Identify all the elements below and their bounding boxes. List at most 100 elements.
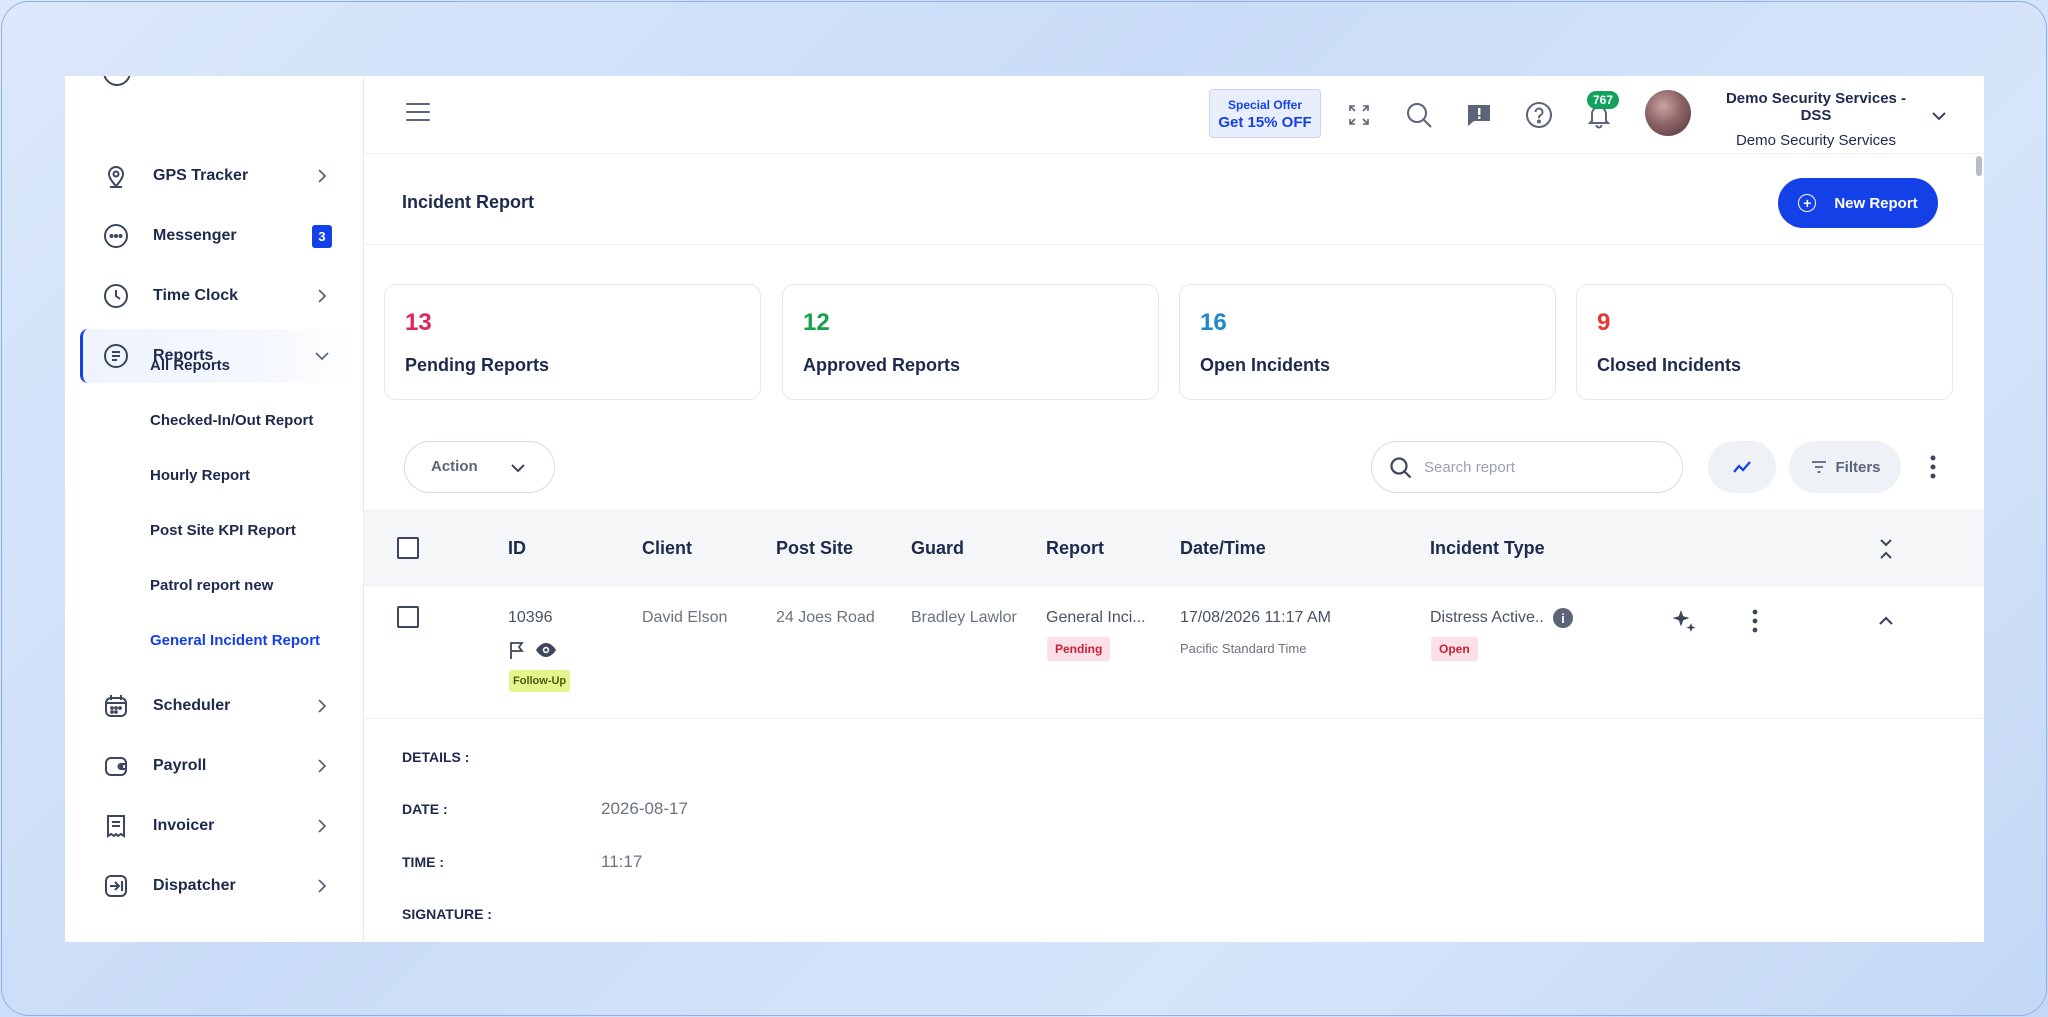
sidebar-item-gps-tracker[interactable]: GPS Tracker bbox=[80, 149, 350, 203]
chevron-up-icon[interactable] bbox=[1876, 612, 1896, 628]
user-avatar[interactable] bbox=[1645, 90, 1691, 136]
sidebar-subitem-hourly-report[interactable]: Hourly Report bbox=[150, 467, 250, 484]
column-header-datetime[interactable]: Date/Time bbox=[1180, 538, 1266, 559]
sidebar-item-label: Messenger bbox=[153, 227, 237, 244]
stat-card-closed-incidents[interactable]: 9 Closed Incidents bbox=[1576, 284, 1953, 400]
sidebar-item-invoicer[interactable]: Invoicer bbox=[80, 799, 350, 853]
more-vertical-icon[interactable] bbox=[1927, 452, 1939, 482]
clock-icon bbox=[102, 282, 130, 310]
trend-line-icon bbox=[1733, 461, 1751, 473]
search-icon[interactable] bbox=[1404, 100, 1434, 130]
sidebar-subitem-checked-in-out[interactable]: Checked-In/Out Report bbox=[150, 412, 313, 429]
search-input[interactable] bbox=[1424, 454, 1664, 480]
action-dropdown[interactable]: Action bbox=[404, 441, 555, 493]
company-subname: Demo Security Services bbox=[1735, 132, 1897, 149]
new-report-button[interactable]: + New Report bbox=[1778, 178, 1938, 228]
messenger-count-badge: 3 bbox=[312, 225, 332, 248]
sidebar: GPS Tracker Messenger 3 Time Clock Repor… bbox=[65, 76, 364, 942]
sidebar-subitem-post-site-kpi[interactable]: Post Site KPI Report bbox=[150, 522, 296, 539]
date-value: 2026-08-17 bbox=[601, 799, 688, 818]
account-info[interactable]: Demo Security Services - DSS Demo Securi… bbox=[1711, 90, 1921, 149]
select-all-checkbox[interactable] bbox=[397, 537, 419, 559]
sidebar-item-scheduler[interactable]: Scheduler bbox=[80, 679, 350, 733]
time-label: TIME : bbox=[402, 854, 444, 870]
search-icon bbox=[1390, 457, 1412, 479]
time-value: 11:17 bbox=[601, 852, 643, 871]
stat-value: 12 bbox=[803, 309, 830, 336]
collapse-all-icon[interactable] bbox=[1874, 536, 1898, 562]
sidebar-item-messenger[interactable]: Messenger 3 bbox=[80, 209, 350, 263]
column-header-incident-type[interactable]: Incident Type bbox=[1430, 538, 1545, 559]
sidebar-subitem-all-reports[interactable]: All Reports bbox=[150, 357, 230, 374]
ai-sparkle-icon[interactable] bbox=[1669, 606, 1699, 636]
sidebar-item-dispatcher[interactable]: Dispatcher bbox=[80, 859, 350, 913]
stat-value: 13 bbox=[405, 309, 432, 336]
row-id: 10396 bbox=[508, 609, 553, 626]
stat-card-open-incidents[interactable]: 16 Open Incidents bbox=[1179, 284, 1556, 400]
filters-button[interactable]: Filters bbox=[1789, 441, 1901, 493]
calendar-icon bbox=[102, 692, 130, 720]
stat-value: 9 bbox=[1597, 309, 1611, 336]
special-offer-button[interactable]: Special Offer Get 15% OFF bbox=[1209, 89, 1321, 138]
notification-count-badge: 767 bbox=[1587, 91, 1619, 109]
table-header: ID Client Post Site Guard Report Date/Ti… bbox=[364, 510, 1984, 586]
page-title: Incident Report bbox=[402, 192, 535, 212]
sidebar-item-time-clock[interactable]: Time Clock bbox=[80, 269, 350, 323]
row-more-vertical-icon[interactable] bbox=[1750, 608, 1760, 634]
sidebar-item-label: Payroll bbox=[153, 757, 207, 774]
receipt-icon bbox=[102, 812, 130, 840]
flag-icon[interactable] bbox=[508, 640, 526, 660]
column-header-report[interactable]: Report bbox=[1046, 538, 1104, 559]
stat-card-pending[interactable]: 13 Pending Reports bbox=[384, 284, 761, 400]
sidebar-subitem-general-incident[interactable]: General Incident Report bbox=[150, 632, 320, 649]
column-header-client[interactable]: Client bbox=[642, 538, 692, 559]
signature-label: SIGNATURE : bbox=[402, 906, 492, 922]
chevron-right-icon bbox=[318, 699, 327, 713]
sidebar-item-reports[interactable]: Reports bbox=[80, 329, 350, 383]
company-name: Demo Security Services - DSS bbox=[1725, 90, 1907, 124]
sidebar-item-label: Scheduler bbox=[153, 697, 231, 714]
page-header: Incident Report + New Report bbox=[364, 154, 1984, 245]
offer-title: Special Offer bbox=[1227, 98, 1303, 112]
document-icon bbox=[102, 342, 130, 370]
location-pin-icon bbox=[102, 162, 130, 190]
menu-toggle-icon[interactable] bbox=[406, 103, 430, 123]
action-label: Action bbox=[431, 458, 478, 475]
row-checkbox[interactable] bbox=[397, 606, 419, 628]
details-heading: DETAILS : bbox=[402, 749, 470, 765]
column-header-id[interactable]: ID bbox=[508, 538, 526, 559]
stat-value: 16 bbox=[1200, 309, 1227, 336]
sidebar-item-payroll[interactable]: Payroll bbox=[80, 739, 350, 793]
stat-card-approved[interactable]: 12 Approved Reports bbox=[782, 284, 1159, 400]
chevron-right-icon bbox=[318, 759, 327, 773]
sidebar-item-label: Dispatcher bbox=[153, 877, 236, 894]
stat-label: Pending Reports bbox=[405, 355, 550, 375]
stat-label: Approved Reports bbox=[803, 355, 961, 375]
row-datetime: 17/08/2026 11:17 AM bbox=[1180, 609, 1331, 626]
date-label: DATE : bbox=[402, 801, 448, 817]
chart-view-button[interactable] bbox=[1708, 441, 1776, 493]
follow-up-tag: Follow-Up bbox=[509, 670, 571, 692]
table-row[interactable]: 10396 Follow-Up David Elson 24 Joes Road… bbox=[364, 586, 1984, 719]
info-icon[interactable]: i bbox=[1553, 608, 1573, 628]
chevron-right-icon bbox=[318, 879, 327, 893]
fullscreen-icon[interactable] bbox=[1344, 100, 1374, 130]
stat-label: Closed Incidents bbox=[1597, 355, 1742, 375]
plus-circle-icon: + bbox=[1798, 194, 1817, 212]
row-post-site: 24 Joes Road bbox=[776, 609, 875, 626]
sidebar-item-label: Time Clock bbox=[153, 287, 239, 304]
help-icon[interactable] bbox=[1524, 100, 1554, 130]
chevron-down-icon[interactable] bbox=[1929, 106, 1949, 126]
eye-icon[interactable] bbox=[535, 641, 557, 659]
report-status-badge: Pending bbox=[1047, 637, 1111, 661]
new-report-label: New Report bbox=[1834, 194, 1918, 212]
chevron-down-icon bbox=[511, 464, 525, 473]
dispatch-arrow-icon bbox=[102, 872, 130, 900]
column-header-post-site[interactable]: Post Site bbox=[776, 538, 853, 559]
stat-label: Open Incidents bbox=[1200, 355, 1331, 375]
sidebar-subitem-patrol-report[interactable]: Patrol report new bbox=[150, 577, 273, 594]
feedback-icon[interactable] bbox=[1464, 100, 1494, 130]
column-header-guard[interactable]: Guard bbox=[911, 538, 964, 559]
chevron-down-icon bbox=[315, 352, 329, 361]
wallet-icon bbox=[102, 752, 130, 780]
